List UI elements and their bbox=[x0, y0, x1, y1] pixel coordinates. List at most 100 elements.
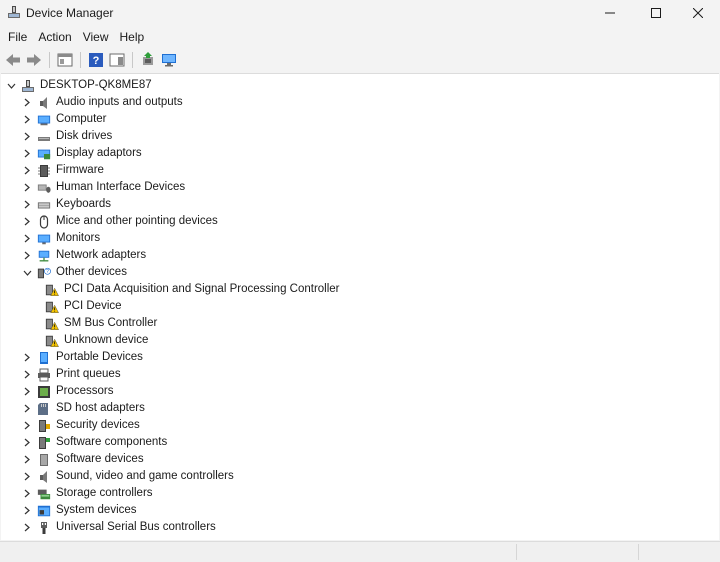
chevron-right-icon[interactable] bbox=[21, 417, 33, 434]
close-button[interactable] bbox=[676, 0, 720, 26]
chevron-right-icon[interactable] bbox=[21, 502, 33, 519]
category-usb-controllers[interactable]: Universal Serial Bus controllers bbox=[21, 519, 216, 536]
category-label: Storage controllers bbox=[56, 487, 153, 499]
action-pane-icon bbox=[109, 53, 125, 67]
minimize-button[interactable] bbox=[588, 0, 632, 26]
chevron-down-icon[interactable] bbox=[21, 264, 33, 281]
chevron-down-icon[interactable] bbox=[5, 77, 17, 94]
toolbar-separator bbox=[49, 52, 50, 68]
category-label: Other devices bbox=[56, 266, 127, 278]
scan-hardware-button[interactable] bbox=[159, 51, 179, 69]
chevron-right-icon[interactable] bbox=[21, 162, 33, 179]
hid-icon bbox=[37, 181, 51, 195]
category-portable-devices[interactable]: Portable Devices bbox=[21, 349, 143, 366]
category-label: Keyboards bbox=[56, 198, 111, 210]
update-driver-button[interactable] bbox=[138, 51, 158, 69]
menu-view[interactable]: View bbox=[78, 27, 114, 47]
chevron-right-icon[interactable] bbox=[21, 366, 33, 383]
chevron-right-icon[interactable] bbox=[21, 230, 33, 247]
status-panel bbox=[638, 544, 718, 560]
category-software-components[interactable]: Software components bbox=[21, 434, 167, 451]
sd-card-icon bbox=[37, 402, 51, 416]
category-monitors[interactable]: Monitors bbox=[21, 230, 100, 247]
chevron-right-icon[interactable] bbox=[21, 247, 33, 264]
menu-file[interactable]: File bbox=[3, 27, 32, 47]
chevron-right-icon[interactable] bbox=[21, 196, 33, 213]
usb-icon bbox=[37, 521, 51, 535]
device-tree[interactable]: DESKTOP-QK8ME87 Audio inputs and outputs… bbox=[1, 73, 719, 540]
category-storage-controllers[interactable]: Storage controllers bbox=[21, 485, 153, 502]
chevron-right-icon[interactable] bbox=[21, 179, 33, 196]
chevron-right-icon[interactable] bbox=[21, 519, 33, 536]
tree-root[interactable]: DESKTOP-QK8ME87 bbox=[5, 77, 152, 94]
title-bar: Device Manager bbox=[0, 0, 720, 26]
chevron-right-icon[interactable] bbox=[21, 434, 33, 451]
chevron-right-icon[interactable] bbox=[21, 400, 33, 417]
chevron-right-icon[interactable] bbox=[21, 485, 33, 502]
category-system-devices[interactable]: System devices bbox=[21, 502, 137, 519]
warning-device-icon bbox=[45, 317, 59, 331]
network-adapter-icon bbox=[37, 249, 51, 263]
category-sd-host-adapters[interactable]: SD host adapters bbox=[21, 400, 145, 417]
category-print-queues[interactable]: Print queues bbox=[21, 366, 121, 383]
category-label: Portable Devices bbox=[56, 351, 143, 363]
chevron-right-icon[interactable] bbox=[21, 383, 33, 400]
unknown-device-icon: ? bbox=[37, 266, 51, 280]
chevron-right-icon[interactable] bbox=[21, 94, 33, 111]
category-human-interface[interactable]: Human Interface Devices bbox=[21, 179, 185, 196]
category-keyboards[interactable]: Keyboards bbox=[21, 196, 111, 213]
chevron-right-icon[interactable] bbox=[21, 349, 33, 366]
monitor-icon bbox=[37, 232, 51, 246]
category-processors[interactable]: Processors bbox=[21, 383, 114, 400]
chevron-right-icon[interactable] bbox=[21, 145, 33, 162]
forward-arrow-icon bbox=[27, 54, 41, 66]
category-label: Processors bbox=[56, 385, 114, 397]
help-button[interactable]: ? bbox=[86, 51, 106, 69]
category-label: Sound, video and game controllers bbox=[56, 470, 234, 482]
maximize-button[interactable] bbox=[634, 0, 678, 26]
category-mice[interactable]: Mice and other pointing devices bbox=[21, 213, 218, 230]
category-display-adaptors[interactable]: Display adaptors bbox=[21, 145, 142, 162]
device-manager-app-icon bbox=[7, 5, 21, 19]
device-label: Unknown device bbox=[64, 334, 149, 346]
software-component-icon bbox=[37, 436, 51, 450]
software-device-icon bbox=[37, 453, 51, 467]
chevron-right-icon[interactable] bbox=[21, 213, 33, 230]
category-audio-inputs[interactable]: Audio inputs and outputs bbox=[21, 94, 183, 111]
computer-icon bbox=[37, 113, 51, 127]
category-label: Human Interface Devices bbox=[56, 181, 186, 193]
category-network-adapters[interactable]: Network adapters bbox=[21, 247, 146, 264]
device-pci-device[interactable]: PCI Device bbox=[41, 298, 122, 315]
storage-controller-icon bbox=[37, 487, 51, 501]
menu-bar: File Action View Help bbox=[0, 27, 720, 47]
category-other-devices[interactable]: ? Other devices bbox=[21, 264, 127, 281]
category-sound-video-game[interactable]: Sound, video and game controllers bbox=[21, 468, 234, 485]
back-button[interactable] bbox=[3, 51, 23, 69]
chevron-right-icon[interactable] bbox=[21, 451, 33, 468]
warning-device-icon bbox=[45, 283, 59, 297]
action-pane-button[interactable] bbox=[107, 51, 127, 69]
category-security-devices[interactable]: Security devices bbox=[21, 417, 140, 434]
device-label: SM Bus Controller bbox=[64, 317, 158, 329]
category-software-devices[interactable]: Software devices bbox=[21, 451, 144, 468]
portable-device-icon bbox=[37, 351, 51, 365]
forward-button[interactable] bbox=[24, 51, 44, 69]
category-computer[interactable]: Computer bbox=[21, 111, 107, 128]
chevron-right-icon[interactable] bbox=[21, 111, 33, 128]
back-arrow-icon bbox=[6, 54, 20, 66]
menu-action[interactable]: Action bbox=[33, 27, 76, 47]
chevron-right-icon[interactable] bbox=[21, 128, 33, 145]
toolbar-separator bbox=[132, 52, 133, 68]
printer-icon bbox=[37, 368, 51, 382]
device-pci-data-acquisition[interactable]: PCI Data Acquisition and Signal Processi… bbox=[41, 281, 340, 298]
category-firmware[interactable]: Firmware bbox=[21, 162, 104, 179]
menu-help[interactable]: Help bbox=[115, 27, 150, 47]
device-sm-bus-controller[interactable]: SM Bus Controller bbox=[41, 315, 157, 332]
chevron-right-icon[interactable] bbox=[21, 468, 33, 485]
category-disk-drives[interactable]: Disk drives bbox=[21, 128, 112, 145]
category-label: Security devices bbox=[56, 419, 140, 431]
device-unknown-device[interactable]: Unknown device bbox=[41, 332, 148, 349]
disk-drive-icon bbox=[37, 130, 51, 144]
properties-button[interactable] bbox=[55, 51, 75, 69]
category-label: Firmware bbox=[56, 164, 104, 176]
